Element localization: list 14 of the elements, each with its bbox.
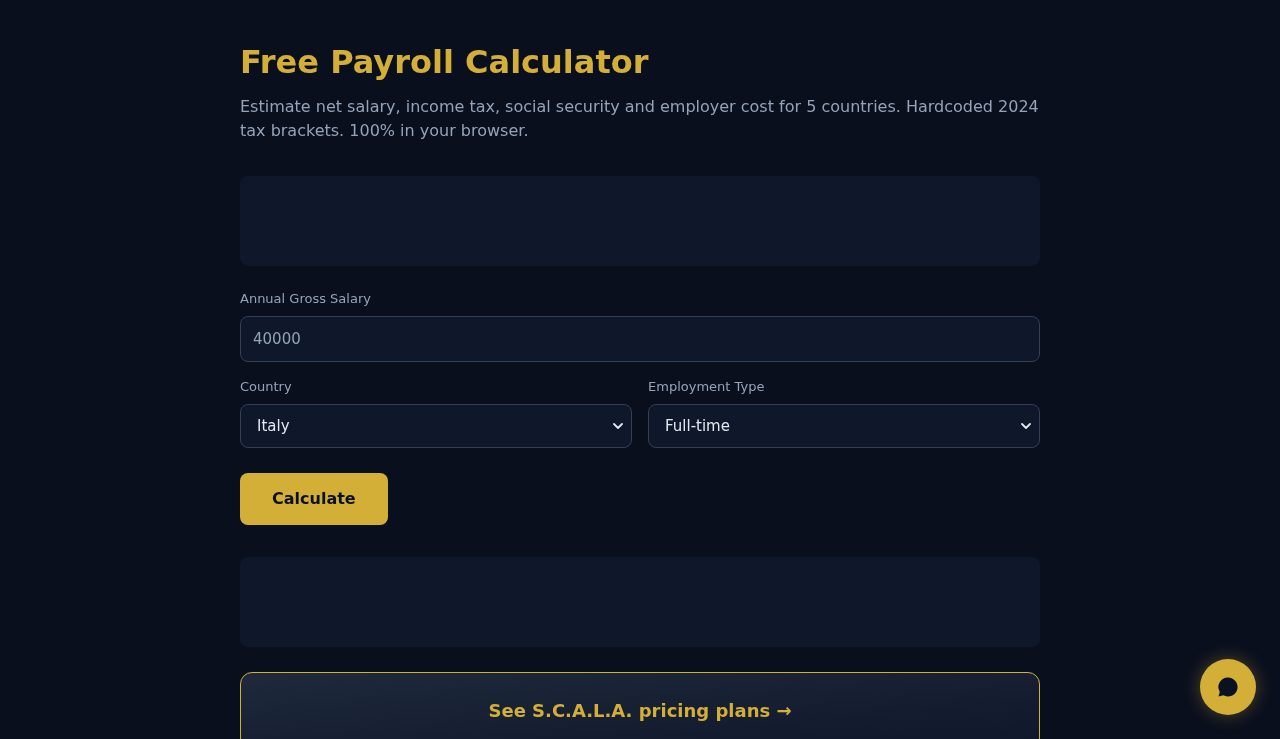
employment-type-select[interactable]: Full-time bbox=[648, 404, 1040, 448]
field-label: Annual Gross Salary bbox=[240, 290, 372, 308]
pricing-link[interactable]: See S.C.A.L.A. pricing plans → bbox=[240, 672, 1040, 739]
chat-bubble-icon bbox=[1217, 676, 1239, 698]
field-label: Country bbox=[240, 378, 293, 396]
page-title: Free Payroll Calculator bbox=[240, 42, 650, 82]
chevron-down-icon bbox=[613, 423, 623, 429]
field-label: Employment Type bbox=[648, 378, 766, 396]
salary-input[interactable]: 40000 bbox=[240, 316, 1040, 362]
chat-button[interactable] bbox=[1200, 659, 1256, 715]
chevron-down-icon bbox=[1021, 423, 1031, 429]
page-subtitle: Estimate net salary, income tax, social security and employer cost for 5 countries. Hardcoded 2024 tax brackets. 100% in your browser. bbox=[240, 96, 1040, 142]
calculate-button[interactable]: Calculate bbox=[240, 473, 388, 525]
country-select[interactable]: Italy bbox=[240, 404, 632, 448]
